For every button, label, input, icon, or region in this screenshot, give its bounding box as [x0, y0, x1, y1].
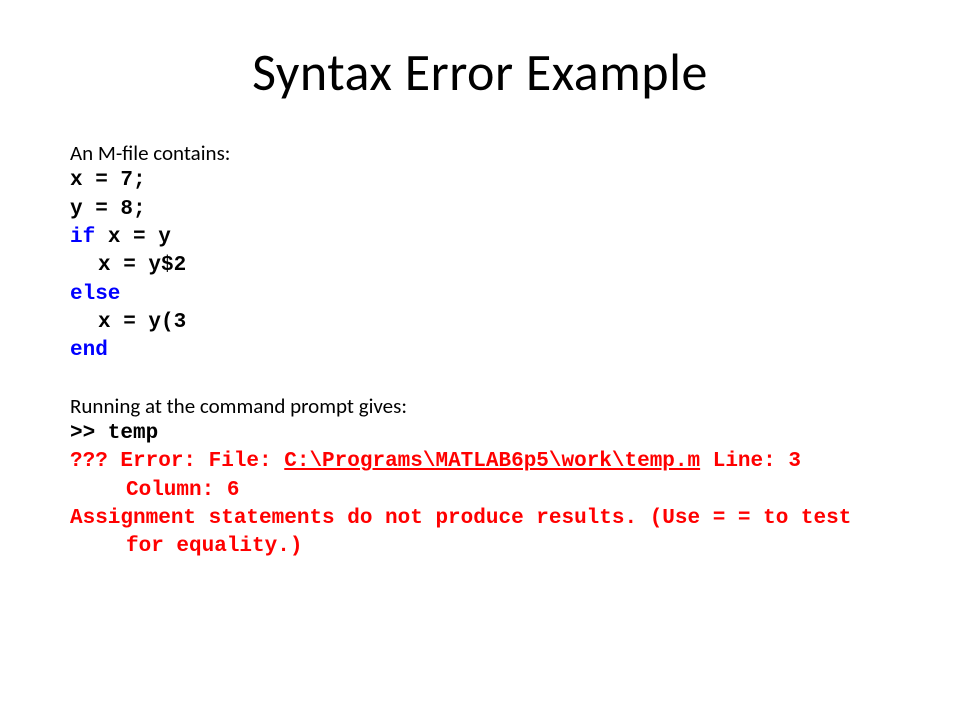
code-line-2: y = 8;	[70, 196, 890, 224]
slide-body: An M-file contains: x = 7; y = 8; if x =…	[70, 139, 890, 562]
keyword-if: if	[70, 226, 95, 249]
code-line-6: x = y(3	[70, 309, 890, 337]
error-message: Assignment statements do not produce res…	[70, 505, 890, 562]
keyword-end: end	[70, 337, 890, 365]
code-line-3: if x = y	[70, 224, 890, 252]
run-label: Running at the command prompt gives:	[70, 392, 890, 420]
keyword-else: else	[70, 281, 890, 309]
code-line-4: x = y$2	[70, 252, 890, 280]
error-prefix: ??? Error: File:	[70, 450, 284, 473]
error-path: C:\Programs\MATLAB6p5\work\temp.m	[284, 450, 700, 473]
spacer	[70, 366, 890, 392]
code-line-1: x = 7;	[70, 167, 890, 195]
slide: Syntax Error Example An M-file contains:…	[0, 0, 960, 720]
code-line-3-rest: x = y	[95, 226, 171, 249]
prompt-line: >> temp	[70, 420, 890, 448]
intro-text: An M-file contains:	[70, 139, 890, 167]
error-line-1: ??? Error: File: C:\Programs\MATLAB6p5\w…	[70, 448, 890, 505]
slide-title: Syntax Error Example	[70, 40, 890, 104]
